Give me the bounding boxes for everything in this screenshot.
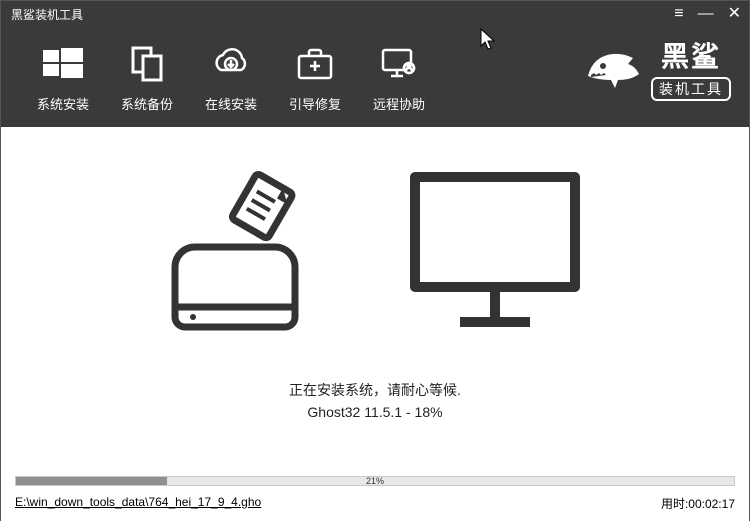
- elapsed-time: 用时:00:02:17: [661, 495, 735, 512]
- brand-name: 黑鲨: [661, 35, 721, 75]
- progress-fill: [16, 477, 167, 485]
- progress-bar-wrap: 21%: [15, 476, 735, 486]
- toolbar: 系统安装 系统备份 在线安装: [1, 27, 749, 127]
- status-message: 正在安装系统，请耐心等候.: [1, 380, 749, 400]
- remote-assist-icon: [377, 42, 421, 86]
- install-graphic: [1, 127, 749, 352]
- tab-boot-repair[interactable]: 引导修复: [273, 42, 357, 113]
- tab-label: 远程协助: [373, 94, 425, 113]
- tab-remote-assist[interactable]: 远程协助: [357, 42, 441, 113]
- windows-install-icon: [41, 42, 85, 86]
- cloud-download-icon: [209, 42, 253, 86]
- tab-label: 系统安装: [37, 94, 89, 113]
- tab-online-install[interactable]: 在线安装: [189, 42, 273, 113]
- tab-system-install[interactable]: 系统安装: [21, 42, 105, 113]
- progress-percent: 21%: [366, 476, 384, 486]
- tab-system-backup[interactable]: 系统备份: [105, 42, 189, 113]
- disk-file-icon: [165, 167, 325, 352]
- window-controls: ≡ — ✕: [674, 6, 741, 22]
- status-detail: Ghost32 11.5.1 - 18%: [1, 404, 749, 420]
- progress-bar: 21%: [15, 476, 735, 486]
- brand-logo: 黑鲨 装机工具: [583, 35, 731, 101]
- brand-subtitle: 装机工具: [651, 77, 731, 101]
- status-area: 正在安装系统，请耐心等候. Ghost32 11.5.1 - 18%: [1, 380, 749, 420]
- minimize-icon[interactable]: —: [698, 6, 714, 22]
- titlebar: 黑鲨装机工具 ≡ — ✕: [1, 1, 749, 27]
- tab-label: 引导修复: [289, 94, 341, 113]
- content-area: 正在安装系统，请耐心等候. Ghost32 11.5.1 - 18% 21% E…: [1, 127, 749, 522]
- monitor-icon: [405, 167, 585, 352]
- close-icon[interactable]: ✕: [728, 6, 741, 22]
- menu-icon[interactable]: ≡: [674, 6, 683, 22]
- tab-label: 系统备份: [121, 94, 173, 113]
- footer-row: E:\win_down_tools_data\764_hei_17_9_4.gh…: [15, 495, 735, 512]
- app-title: 黑鲨装机工具: [11, 6, 83, 23]
- ghost-file-path[interactable]: E:\win_down_tools_data\764_hei_17_9_4.gh…: [15, 495, 261, 512]
- medkit-icon: [293, 42, 337, 86]
- tab-label: 在线安装: [205, 94, 257, 113]
- copy-icon: [125, 42, 169, 86]
- shark-icon: [583, 36, 643, 101]
